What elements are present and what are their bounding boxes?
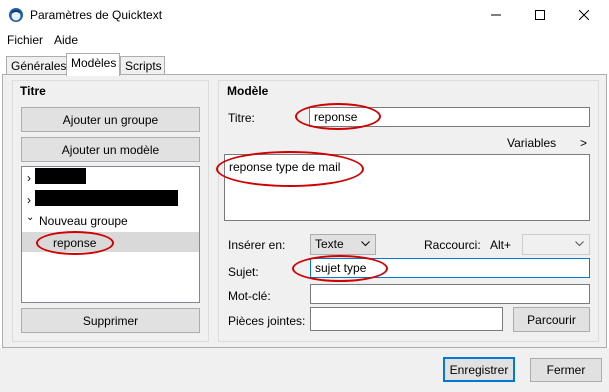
tree-selected-row[interactable] bbox=[22, 232, 199, 252]
insert-select-value: Texte bbox=[315, 237, 344, 251]
chevron-right-icon[interactable]: › bbox=[27, 171, 31, 185]
tab-modeles[interactable]: Modèles bbox=[66, 53, 120, 76]
shortcut-modifier: Alt+ bbox=[490, 238, 512, 252]
tree-item-reponse[interactable]: reponse bbox=[53, 236, 96, 250]
thunderbird-icon bbox=[9, 8, 23, 22]
add-template-button[interactable]: Ajouter un modèle bbox=[21, 137, 200, 162]
save-button[interactable]: Enregistrer bbox=[443, 357, 515, 382]
minimize-icon bbox=[491, 14, 501, 16]
insert-select[interactable]: Texte bbox=[310, 234, 376, 255]
menu-fichier[interactable]: Fichier bbox=[7, 33, 43, 47]
chevron-right-icon[interactable]: › bbox=[27, 193, 31, 207]
chevron-down-icon[interactable]: ⌄ bbox=[26, 212, 34, 223]
keyword-input[interactable] bbox=[310, 284, 590, 304]
maximize-button[interactable] bbox=[517, 0, 563, 30]
tab-generales[interactable]: Générales bbox=[6, 56, 67, 75]
redacted-group-1[interactable] bbox=[35, 168, 86, 184]
add-group-button[interactable]: Ajouter un groupe bbox=[21, 107, 200, 132]
insert-label: Insérer en: bbox=[228, 238, 286, 252]
menu-aide[interactable]: Aide bbox=[54, 33, 78, 47]
subject-label: Sujet: bbox=[228, 265, 259, 279]
delete-button[interactable]: Supprimer bbox=[21, 308, 200, 333]
footer-bar bbox=[0, 348, 609, 392]
variables-link[interactable]: Variables bbox=[507, 136, 556, 150]
body-textarea[interactable]: reponse type de mail bbox=[224, 154, 590, 221]
chevron-down-icon bbox=[575, 241, 584, 247]
maximize-icon bbox=[535, 10, 545, 20]
attachments-input[interactable] bbox=[310, 307, 503, 331]
title-input[interactable]: reponse bbox=[309, 107, 590, 127]
close-button[interactable]: Fermer bbox=[530, 358, 602, 382]
browse-button[interactable]: Parcourir bbox=[513, 307, 590, 332]
menu-bar bbox=[0, 30, 609, 50]
minimize-button[interactable] bbox=[473, 0, 519, 30]
close-window-button[interactable] bbox=[561, 0, 607, 30]
close-icon bbox=[579, 10, 589, 20]
keyword-label: Mot-clé: bbox=[228, 289, 271, 303]
attachments-label: Pièces jointes: bbox=[228, 314, 306, 328]
left-panel-title: Titre bbox=[20, 84, 46, 98]
shortcut-label: Raccourci: bbox=[424, 238, 481, 252]
chevron-down-icon bbox=[361, 241, 370, 247]
shortcut-select[interactable] bbox=[522, 234, 590, 255]
chevron-right-icon[interactable]: > bbox=[580, 136, 587, 150]
subject-input[interactable]: sujet type bbox=[310, 258, 590, 278]
title-label: Titre: bbox=[228, 111, 255, 125]
tree-group-label[interactable]: Nouveau groupe bbox=[39, 214, 128, 228]
redacted-group-2[interactable] bbox=[35, 190, 178, 206]
window-title: Paramètres de Quicktext bbox=[30, 8, 163, 22]
right-panel-title: Modèle bbox=[227, 84, 269, 98]
tab-scripts[interactable]: Scripts bbox=[120, 56, 165, 75]
